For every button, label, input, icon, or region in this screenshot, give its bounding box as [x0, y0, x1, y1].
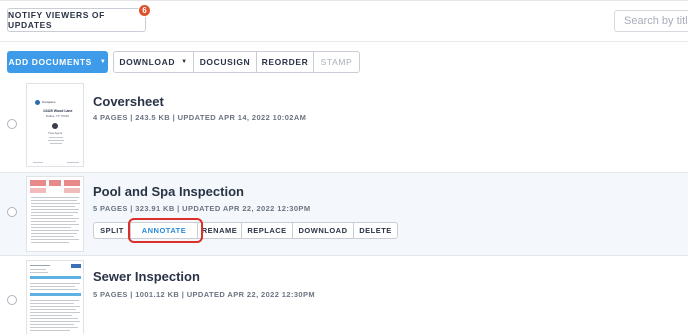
reorder-label: REORDER — [261, 57, 309, 67]
thumbnail-line — [30, 286, 75, 287]
thumbnail-line — [49, 137, 63, 138]
agent-photo-icon — [52, 123, 58, 129]
annotate-highlight-outline — [128, 218, 203, 243]
thumbnail-line — [48, 140, 64, 141]
thumbnail-line — [30, 265, 50, 266]
thumbnail-line — [31, 242, 69, 243]
docusign-label: DOCUSIGN — [199, 57, 251, 67]
rename-label: RENAME — [201, 226, 238, 235]
thumbnail-line — [31, 224, 79, 225]
thumbnail-line — [31, 233, 77, 234]
document-title[interactable]: Coversheet — [93, 94, 164, 109]
thumbnail-line — [31, 218, 79, 219]
thumbnail-line — [31, 230, 79, 231]
logo-icon — [35, 100, 40, 105]
document-row: Pool and Spa Inspection 5 PAGES | 323.91… — [0, 172, 688, 256]
thumbnail-line — [31, 221, 76, 222]
thumbnail-line — [31, 203, 80, 204]
stamp-button[interactable]: STAMP — [314, 52, 359, 72]
thumbnail-line — [30, 315, 72, 316]
notification-count-badge: 6 — [138, 4, 151, 17]
split-label: SPLIT — [100, 226, 124, 235]
document-meta: 4 PAGES | 243.5 KB | UPDATED APR 14, 202… — [93, 113, 307, 122]
delete-label: DELETE — [359, 226, 392, 235]
download-label: DOWNLOAD — [298, 226, 348, 235]
document-toolbar: DOWNLOAD ▼ DOCUSIGN REORDER STAMP — [113, 51, 360, 73]
thumbnail-line — [33, 162, 43, 163]
thumbnail-line — [50, 143, 62, 144]
download-button[interactable]: DOWNLOAD — [293, 223, 354, 238]
thumbnail-line — [30, 289, 78, 290]
notify-viewers-button[interactable]: NOTIFY VIEWERS OF UPDATES — [7, 8, 146, 32]
add-documents-label: ADD DOCUMENTS — [8, 57, 92, 67]
search-placeholder: Search by title — [624, 15, 688, 27]
thumbnail-header-block — [64, 180, 80, 186]
thumbnail-line — [30, 318, 78, 319]
thumbnail-line — [31, 236, 74, 237]
thumbnail-logo — [71, 264, 81, 268]
thumbnail-city: Dallas, TX 75230 — [46, 114, 69, 118]
replace-button[interactable]: REPLACE — [242, 223, 293, 238]
search-input[interactable]: Search by title — [614, 10, 688, 32]
document-thumbnail[interactable]: Compass 13425 Wood Lane Dallas, TX 75230… — [26, 83, 84, 167]
select-document-radio[interactable] — [7, 207, 17, 217]
download-all-label: DOWNLOAD — [119, 57, 176, 67]
thumbnail-header-bar — [30, 276, 81, 279]
document-row: Compass 13425 Wood Lane Dallas, TX 75230… — [0, 81, 688, 169]
document-title[interactable]: Sewer Inspection — [93, 269, 200, 284]
reorder-button[interactable]: REORDER — [257, 52, 314, 72]
download-all-button[interactable]: DOWNLOAD ▼ — [114, 52, 194, 72]
split-button[interactable]: SPLIT — [94, 223, 131, 238]
thumbnail-line — [30, 327, 78, 328]
chevron-down-icon: ▼ — [181, 59, 188, 65]
document-title[interactable]: Pool and Spa Inspection — [93, 184, 244, 199]
document-thumbnail[interactable] — [26, 260, 84, 334]
thumbnail-line — [30, 306, 80, 307]
select-document-radio[interactable] — [7, 295, 17, 305]
thumbnail-line — [30, 303, 74, 304]
thumbnail-header-bar — [30, 293, 81, 296]
stamp-label: STAMP — [320, 57, 353, 67]
document-thumbnail[interactable] — [26, 176, 84, 252]
replace-label: REPLACE — [247, 226, 287, 235]
notify-viewers-label: NOTIFY VIEWERS OF UPDATES — [8, 10, 105, 30]
thumbnail-line — [30, 300, 79, 301]
thumbnail-line — [30, 324, 74, 325]
document-row: Sewer Inspection 5 PAGES | 1001.12 KB | … — [0, 258, 688, 334]
thumbnail-line — [31, 209, 79, 210]
thumbnail-line — [31, 206, 75, 207]
header-divider — [0, 41, 688, 42]
thumbnail-line — [30, 269, 46, 270]
top-border — [0, 0, 688, 1]
thumbnail-line — [31, 197, 79, 198]
thumbnail-brand: Compass — [42, 100, 56, 104]
thumbnail-line — [31, 200, 77, 201]
thumbnail-line — [31, 212, 78, 213]
thumbnail-line — [31, 239, 79, 240]
document-meta: 5 PAGES | 323.91 KB | UPDATED APR 22, 20… — [93, 204, 311, 213]
thumbnail-line — [30, 321, 80, 322]
select-document-radio[interactable] — [7, 119, 17, 129]
thumbnail-address: 13425 Wood Lane — [43, 109, 73, 113]
thumbnail-header-block — [64, 188, 80, 193]
thumbnail-line — [31, 215, 73, 216]
add-documents-button[interactable]: ADD DOCUMENTS ▼ — [7, 51, 108, 73]
docusign-button[interactable]: DOCUSIGN — [194, 52, 257, 72]
thumbnail-header-block — [49, 180, 61, 186]
document-meta: 5 PAGES | 1001.12 KB | UPDATED APR 22, 2… — [93, 290, 316, 299]
thumbnail-line — [30, 283, 80, 284]
thumbnail-line — [30, 309, 76, 310]
thumbnail-line — [30, 272, 48, 273]
delete-button[interactable]: DELETE — [354, 223, 397, 238]
thumbnail-line — [67, 162, 79, 163]
thumbnail-header-block — [30, 180, 46, 186]
thumbnail-line — [30, 312, 80, 313]
thumbnail-line — [31, 227, 71, 228]
thumbnail-agent: Tina Agent — [48, 131, 63, 135]
thumbnail-header-block — [30, 188, 46, 193]
rename-button[interactable]: RENAME — [198, 223, 242, 238]
chevron-down-icon: ▼ — [99, 59, 107, 65]
thumbnail-line — [30, 330, 70, 331]
